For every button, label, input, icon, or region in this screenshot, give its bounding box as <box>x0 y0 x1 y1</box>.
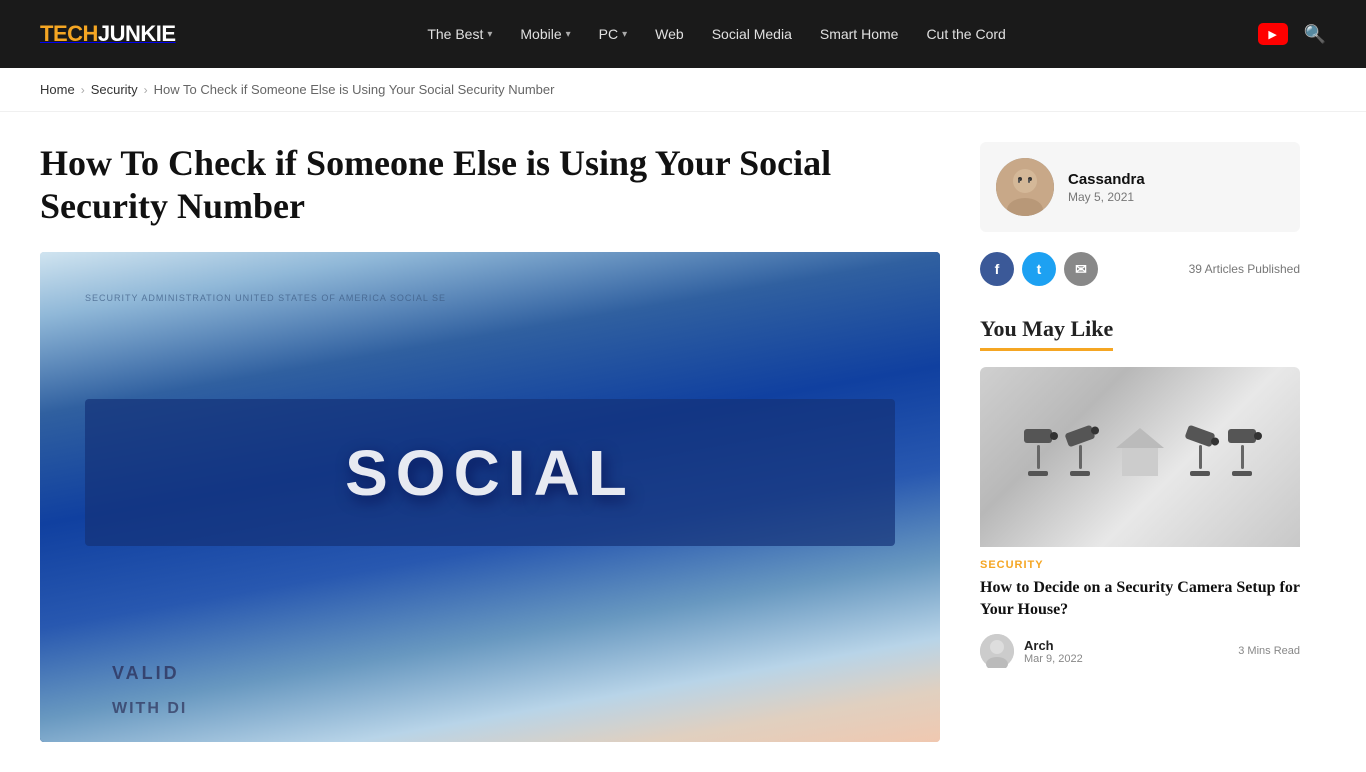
breadcrumb-security[interactable]: Security <box>91 82 138 97</box>
camera-base <box>1232 471 1252 476</box>
nav-social-media[interactable]: Social Media <box>712 26 792 42</box>
author-box: Cassandra May 5, 2021 <box>980 142 1300 232</box>
author-date: May 5, 2021 <box>1068 190 1284 204</box>
camera-stand <box>1199 445 1202 469</box>
related-read-time: 3 Mins Read <box>1238 645 1300 657</box>
nav-cut-the-cord[interactable]: Cut the Cord <box>926 26 1005 42</box>
breadcrumb-current: How To Check if Someone Else is Using Yo… <box>154 82 555 97</box>
youtube-icon[interactable]: ▶ <box>1258 23 1288 45</box>
chevron-down-icon: ▾ <box>566 29 571 40</box>
related-author-avatar <box>980 634 1014 668</box>
email-button[interactable]: ✉ <box>1064 252 1098 286</box>
camera-unit <box>1228 429 1256 476</box>
camera-stand <box>1079 445 1082 469</box>
nav-smart-home[interactable]: Smart Home <box>820 26 899 42</box>
related-author-date: Mar 9, 2022 <box>1024 653 1228 665</box>
camera-lens <box>1254 432 1262 440</box>
security-cameras-illustration <box>1024 428 1256 486</box>
related-author-info: Arch Mar 9, 2022 <box>1024 638 1228 665</box>
chevron-down-icon: ▾ <box>487 29 492 40</box>
author-name: Cassandra <box>1068 171 1284 188</box>
nav-web[interactable]: Web <box>655 26 684 42</box>
logo-junkie: JUNKIE <box>98 21 176 46</box>
main-nav: The Best ▾ Mobile ▾ PC ▾ Web Social Medi… <box>427 26 1005 42</box>
site-logo[interactable]: TECHJUNKIE <box>40 21 176 47</box>
article-content: How To Check if Someone Else is Using Yo… <box>40 142 940 742</box>
house-illustration <box>1116 428 1164 476</box>
related-card-meta: Arch Mar 9, 2022 3 Mins Read <box>980 634 1300 668</box>
camera-body <box>1064 425 1095 448</box>
camera-body <box>1184 425 1215 448</box>
nav-the-best[interactable]: The Best ▾ <box>427 26 492 42</box>
camera-unit <box>1066 429 1094 476</box>
camera-base <box>1070 471 1090 476</box>
articles-count: 39 Articles Published <box>1189 262 1300 276</box>
you-may-like-heading: You May Like <box>980 316 1113 351</box>
chevron-down-icon: ▾ <box>622 29 627 40</box>
related-card-image <box>980 367 1300 547</box>
camera-base <box>1190 471 1210 476</box>
camera-stand <box>1037 445 1040 469</box>
camera-lens <box>1090 425 1100 435</box>
camera-lens <box>1210 436 1220 446</box>
related-card: SECURITY How to Decide on a Security Cam… <box>980 367 1300 668</box>
search-icon[interactable]: 🔍 <box>1304 24 1326 45</box>
related-card-category: SECURITY <box>980 559 1300 571</box>
author-avatar <box>996 158 1054 216</box>
social-card-simulation: SOCIAL VALID WITH DI SECURITY ADMINISTRA… <box>40 252 940 742</box>
breadcrumb-home[interactable]: Home <box>40 82 75 97</box>
main-wrapper: How To Check if Someone Else is Using Yo… <box>0 112 1366 772</box>
twitter-button[interactable]: t <box>1022 252 1056 286</box>
avatar-svg <box>996 158 1054 216</box>
camera-body <box>1024 429 1052 443</box>
header-icons: ▶ 🔍 <box>1258 23 1326 45</box>
related-author-name: Arch <box>1024 638 1228 653</box>
social-links: f t ✉ 39 Articles Published <box>980 252 1300 286</box>
nav-pc[interactable]: PC ▾ <box>599 26 627 42</box>
camera-unit <box>1186 429 1214 476</box>
related-avatar-svg <box>980 634 1014 668</box>
camera-base <box>1028 471 1048 476</box>
camera-lens <box>1050 432 1058 440</box>
house-roof <box>1116 428 1164 448</box>
site-header: TECHJUNKIE The Best ▾ Mobile ▾ PC ▾ Web … <box>0 0 1366 68</box>
avatar-image <box>996 158 1054 216</box>
camera-unit <box>1024 429 1052 476</box>
breadcrumb-separator: › <box>81 83 85 97</box>
author-info: Cassandra May 5, 2021 <box>1068 171 1284 204</box>
article-title: How To Check if Someone Else is Using Yo… <box>40 142 940 228</box>
camera-body <box>1228 429 1256 443</box>
sidebar: Cassandra May 5, 2021 f t ✉ 39 Articles … <box>980 142 1300 742</box>
you-may-like-section: You May Like <box>980 316 1300 668</box>
logo-tech: TECH <box>40 21 98 46</box>
breadcrumb: Home › Security › How To Check if Someon… <box>0 68 1366 112</box>
camera-stand <box>1241 445 1244 469</box>
related-card-title: How to Decide on a Security Camera Setup… <box>980 577 1300 620</box>
breadcrumb-separator: › <box>144 83 148 97</box>
house-body <box>1122 448 1158 476</box>
article-image: SOCIAL VALID WITH DI SECURITY ADMINISTRA… <box>40 252 940 742</box>
nav-mobile[interactable]: Mobile ▾ <box>520 26 570 42</box>
facebook-button[interactable]: f <box>980 252 1014 286</box>
